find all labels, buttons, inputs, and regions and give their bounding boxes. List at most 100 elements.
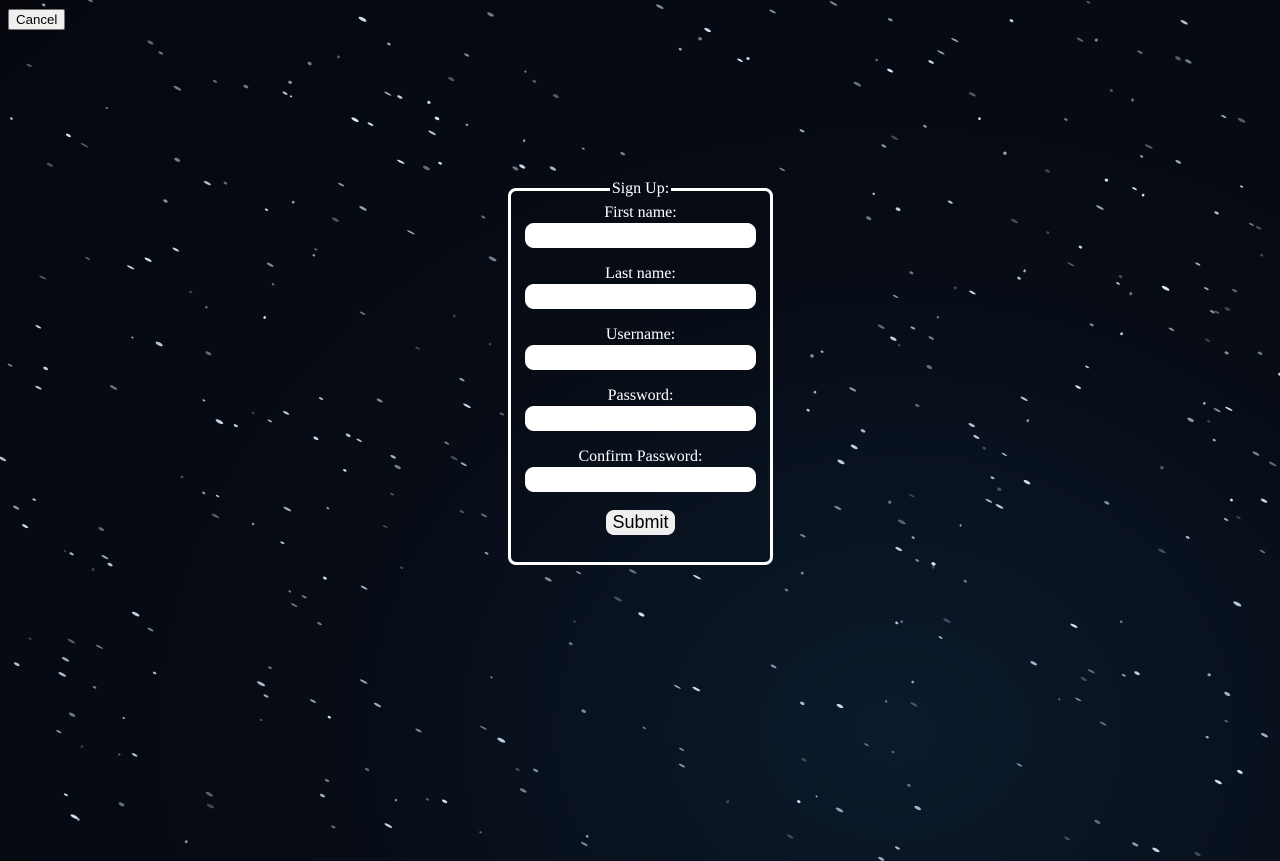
star bbox=[479, 725, 487, 730]
star bbox=[434, 116, 440, 121]
star bbox=[266, 262, 274, 267]
star bbox=[0, 456, 7, 462]
star bbox=[678, 47, 682, 51]
star bbox=[314, 248, 318, 251]
first-name-input[interactable] bbox=[525, 223, 756, 248]
cancel-button[interactable]: Cancel bbox=[8, 9, 66, 30]
star bbox=[259, 719, 263, 721]
star bbox=[797, 800, 801, 804]
signup-legend: Sign Up: bbox=[611, 180, 670, 197]
star bbox=[519, 788, 527, 793]
star bbox=[532, 79, 537, 83]
star bbox=[1158, 548, 1166, 554]
star bbox=[1259, 549, 1266, 554]
star bbox=[850, 444, 858, 450]
star bbox=[61, 656, 70, 662]
star bbox=[291, 200, 295, 204]
star bbox=[39, 275, 47, 280]
star bbox=[1160, 466, 1164, 470]
star bbox=[931, 566, 935, 569]
star bbox=[815, 795, 818, 798]
star bbox=[324, 779, 330, 782]
star bbox=[390, 493, 394, 496]
star bbox=[1224, 719, 1229, 723]
star bbox=[264, 208, 269, 211]
star bbox=[770, 664, 777, 669]
star bbox=[1185, 59, 1192, 64]
star bbox=[400, 566, 404, 569]
star bbox=[322, 576, 327, 580]
star bbox=[995, 504, 1004, 509]
first-name-label: First name: bbox=[604, 204, 677, 221]
username-input[interactable] bbox=[525, 345, 756, 370]
star bbox=[98, 527, 105, 531]
star bbox=[1119, 620, 1123, 624]
star bbox=[32, 498, 36, 501]
star bbox=[1094, 38, 1098, 42]
star bbox=[698, 37, 702, 41]
star bbox=[444, 441, 450, 445]
star bbox=[152, 671, 157, 675]
star bbox=[9, 117, 13, 120]
star bbox=[799, 129, 805, 133]
star bbox=[488, 342, 492, 346]
star bbox=[642, 726, 647, 730]
star bbox=[283, 411, 290, 415]
star bbox=[35, 325, 42, 329]
star bbox=[326, 507, 330, 510]
star bbox=[1203, 287, 1209, 291]
star bbox=[174, 157, 181, 162]
star bbox=[376, 398, 383, 403]
star bbox=[288, 80, 292, 84]
star bbox=[290, 603, 298, 608]
star bbox=[877, 324, 885, 329]
star bbox=[69, 552, 74, 556]
star bbox=[1132, 187, 1137, 191]
last-name-input[interactable] bbox=[525, 284, 756, 309]
star bbox=[1067, 262, 1075, 267]
star bbox=[359, 311, 366, 315]
star bbox=[415, 346, 420, 350]
star bbox=[206, 803, 215, 809]
star bbox=[243, 84, 249, 89]
star bbox=[978, 117, 981, 120]
star bbox=[215, 419, 224, 425]
star bbox=[131, 336, 134, 339]
star bbox=[519, 164, 526, 169]
star bbox=[63, 793, 68, 797]
star bbox=[786, 834, 794, 839]
star bbox=[885, 700, 888, 703]
star bbox=[887, 68, 894, 73]
star bbox=[337, 55, 340, 59]
star bbox=[282, 91, 288, 95]
star bbox=[205, 791, 213, 797]
confirm-password-input[interactable] bbox=[525, 467, 756, 492]
star bbox=[746, 57, 750, 60]
star bbox=[387, 42, 391, 46]
star bbox=[938, 636, 943, 639]
star bbox=[1224, 351, 1229, 355]
star bbox=[86, 0, 93, 3]
star bbox=[359, 679, 368, 684]
star bbox=[1046, 231, 1050, 235]
star bbox=[801, 757, 807, 762]
submit-button[interactable]: Submit bbox=[606, 510, 675, 535]
star bbox=[1187, 417, 1194, 423]
password-input[interactable] bbox=[525, 406, 756, 431]
star bbox=[1237, 117, 1246, 123]
star bbox=[1224, 691, 1231, 696]
star bbox=[415, 728, 422, 733]
star bbox=[951, 38, 959, 43]
star bbox=[1214, 310, 1220, 314]
star bbox=[289, 95, 293, 98]
star bbox=[459, 510, 465, 514]
star bbox=[43, 366, 48, 371]
star bbox=[1116, 282, 1120, 285]
star bbox=[407, 230, 415, 235]
star bbox=[1009, 19, 1014, 23]
star bbox=[163, 199, 168, 203]
star bbox=[21, 524, 29, 529]
star bbox=[327, 715, 331, 719]
star bbox=[144, 257, 152, 262]
star bbox=[835, 807, 844, 813]
